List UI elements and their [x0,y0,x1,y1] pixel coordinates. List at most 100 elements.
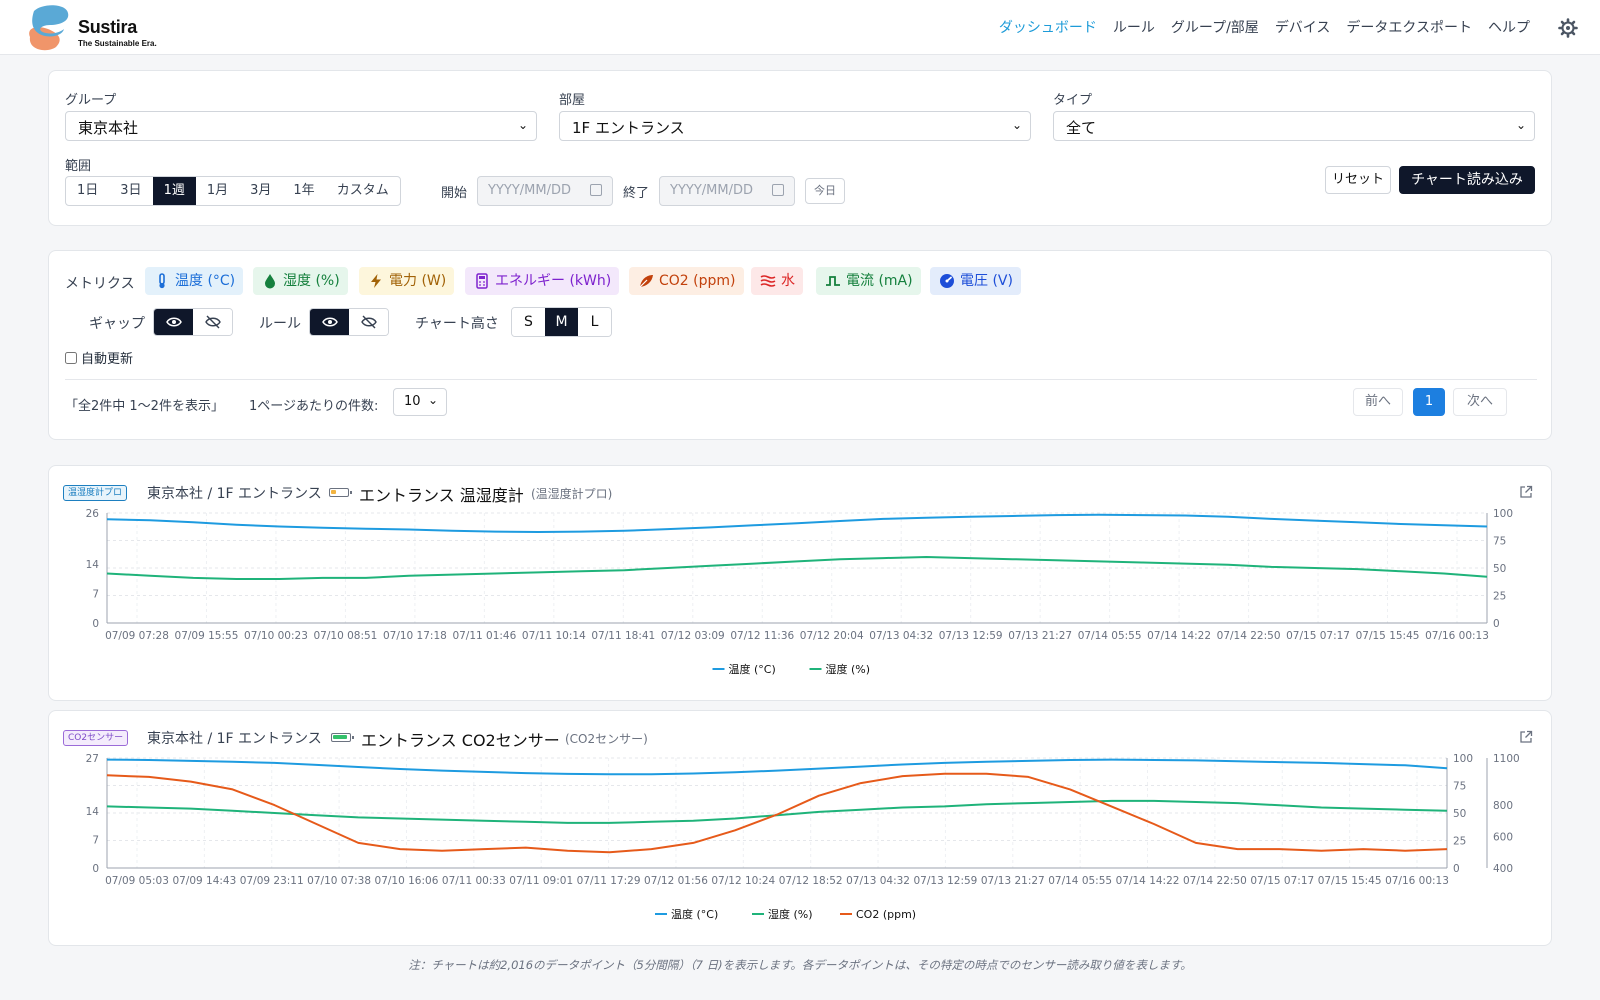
chart-plot: 07/09 07:28 07/09 15:55 07/10 00:23 07/10 0… [86,508,1513,642]
nav-groups-rooms[interactable]: グループ/部屋 [1171,17,1259,37]
y-right-tick-label: 100 [1493,508,1513,520]
brand-logo[interactable]: Sustira The Sustainable Era. [24,3,157,53]
range-1w[interactable]: 1週 [152,177,196,205]
auto-refresh-checkbox[interactable] [65,351,77,364]
end-date-placeholder: YYYY/MM/DD [670,183,753,198]
type-select-value: 全て [1066,119,1097,137]
chart-footnote: 注：チャートは約2,016のデータポイント（5分間隔）（7 日)を表示します。各… [408,958,1192,972]
temperature-humidity-co2-chart: 07/09 05:03 07/09 14:43 07/09 23:11 07/10 0… [86,753,1520,921]
x-tick-label: 07/13 21:27 [981,875,1045,887]
rule-label: ルール [259,316,301,332]
eye-icon [321,317,338,327]
y-left-tick-label: 7 [92,588,99,600]
y-left-tick-label: 27 [86,753,99,765]
range-1m[interactable]: 1月 [196,177,239,205]
pulse-icon [826,276,840,286]
x-tick-label: 07/11 18:41 [591,630,655,642]
height-l[interactable]: L [578,308,611,336]
x-tick-label: 07/12 10:24 [711,875,775,887]
gap-show-button[interactable] [154,309,193,335]
metric-chip[interactable]: 湿度 (%) [253,267,348,295]
range-3m[interactable]: 3月 [239,177,282,205]
x-tick-label: 07/10 00:23 [244,630,308,642]
range-custom[interactable]: カスタム [326,177,400,205]
device-card-thermo: 温湿度計プロ 東京本社 / 1F エントランス エントランス 温湿度計 (温湿度… [48,465,1552,701]
height-s[interactable]: S [512,308,545,336]
x-tick-label: 07/09 07:28 [105,630,169,642]
legend-label: 湿度 (%) [826,662,871,676]
metric-chip-label: 電圧 (V) [960,273,1013,289]
y-right-tick-label: 75 [1493,536,1506,548]
gauge-icon [940,274,954,288]
nav-dashboard[interactable]: ダッシュボード [999,17,1097,37]
x-tick-label: 07/13 21:27 [1008,630,1072,642]
per-page-select[interactable]: 10 ⌄ [393,388,447,416]
y-right-tick-label: 0 [1493,618,1500,630]
y-left-tick-label: 0 [92,618,99,630]
gear-icon[interactable] [1558,18,1578,38]
pagination-summary: 「全2件中 1〜2件を表示」 [65,399,224,414]
next-page-button[interactable]: 次へ [1453,388,1507,416]
metric-chip[interactable]: CO2 (ppm) [629,267,744,295]
external-link-icon[interactable] [1519,485,1533,499]
today-button[interactable]: 今日 [805,178,845,204]
x-tick-label: 07/09 15:55 [175,630,239,642]
lightning-icon [371,274,381,288]
y-right-tick-label: 50 [1453,808,1466,820]
eye-off-icon [204,315,221,329]
x-tick-label: 07/14 22:50 [1183,875,1247,887]
y-right2-tick-label: 800 [1493,800,1513,812]
rule-hide-button[interactable] [349,309,388,335]
range-1y[interactable]: 1年 [282,177,325,205]
type-select[interactable]: 全て ⌄ [1053,111,1535,141]
metric-chip[interactable]: 電流 (mA) [816,267,921,295]
range-1d[interactable]: 1日 [66,177,109,205]
x-tick-label: 07/14 05:55 [1048,875,1112,887]
per-page-label: 1ページあたりの件数: [249,399,379,414]
chart-height-control: S M L [511,307,612,337]
x-tick-label: 07/10 16:06 [375,875,439,887]
start-date-input[interactable]: YYYY/MM/DD [477,176,613,206]
type-label: タイプ [1053,93,1093,108]
x-tick-label: 07/15 15:45 [1318,875,1382,887]
nav-devices[interactable]: デバイス [1275,17,1331,37]
metric-chip[interactable]: 温度 (°C) [145,267,244,295]
battery-icon [329,488,352,497]
y-right-tick-label: 50 [1493,563,1506,575]
x-tick-label: 07/14 14:22 [1116,875,1180,887]
x-tick-label: 07/15 07:17 [1250,875,1314,887]
metric-chip[interactable]: 電圧 (V) [930,267,1021,295]
reset-button[interactable]: リセット [1325,166,1391,194]
prev-page-button[interactable]: 前へ [1353,388,1403,416]
x-tick-label: 07/09 14:43 [172,875,236,887]
group-select[interactable]: 東京本社 ⌄ [65,111,537,141]
metric-chip[interactable]: 電力 (W) [359,267,455,295]
range-3d[interactable]: 3日 [109,177,152,205]
nav-data-export[interactable]: データエクスポート [1346,17,1472,37]
page-1-button[interactable]: 1 [1413,388,1445,416]
x-tick-label: 07/12 01:56 [644,875,708,887]
legend-label: 湿度 (%) [768,907,813,921]
room-select[interactable]: 1F エントランス ⌄ [559,111,1031,141]
rule-show-button[interactable] [310,309,349,335]
x-tick-label: 07/11 01:46 [452,630,516,642]
chart-legend: 温度 (°C) 湿度 (%) CO2 (ppm) [655,907,916,921]
gap-hide-button[interactable] [193,309,232,335]
legend-label: 温度 (°C) [671,907,718,921]
room-select-value: 1F エントランス [572,119,685,137]
y-left-tick-label: 14 [86,559,100,571]
sustira-logo-icon [29,5,69,51]
end-date-input[interactable]: YYYY/MM/DD [659,176,795,206]
auto-refresh-control[interactable]: 自動更新 [65,348,133,367]
temperature-humidity-chart: 07/09 07:28 07/09 15:55 07/10 00:23 07/10 0… [86,508,1513,676]
nav-rules[interactable]: ルール [1113,17,1155,37]
metric-chip[interactable]: エネルギー (kWh) [465,267,620,295]
x-tick-label: 07/09 05:03 [105,875,169,887]
metrics-label: メトリクス [65,276,135,292]
metric-chip[interactable]: 水 [751,267,803,295]
external-link-icon[interactable] [1519,730,1533,744]
end-date-label: 終了 [623,186,650,201]
height-m[interactable]: M [545,308,578,336]
nav-help[interactable]: ヘルプ [1488,17,1530,37]
load-chart-button[interactable]: チャート読み込み [1399,166,1535,194]
